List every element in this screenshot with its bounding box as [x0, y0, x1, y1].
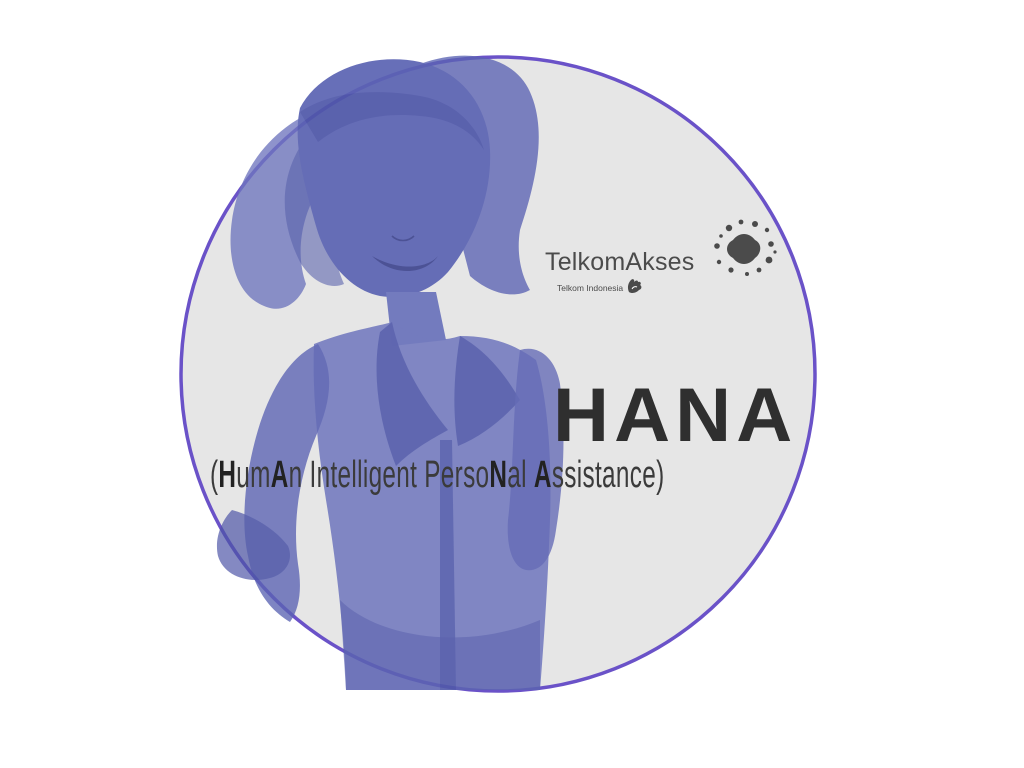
brand-parent-label: Telkom Indonesia [557, 283, 624, 293]
product-title: HANA [553, 373, 798, 458]
badge-artwork [179, 55, 817, 693]
hana-badge-canvas: TelkomAkses Telkom Indonesia HANA (HumAn… [0, 0, 1024, 768]
telkomakses-logo: TelkomAkses Telkom Indonesia [545, 218, 785, 308]
brand-wordmark: TelkomAkses [545, 248, 695, 276]
telkom-hand-icon [627, 279, 642, 294]
subtitle-part: n Intelligent Perso [288, 454, 490, 496]
subtitle-part: ssistance [551, 454, 657, 496]
subtitle-part: N [489, 454, 508, 496]
product-subtitle: (HumAn Intelligent PersoNal Assistance) [210, 456, 665, 494]
subtitle-part: um [236, 454, 271, 496]
subtitle-close-paren: ) [656, 454, 665, 496]
subtitle-part: A [270, 454, 289, 496]
telkomakses-splash-icon [714, 219, 777, 276]
subtitle-part: al [507, 454, 534, 496]
subtitle-open-paren: ( [210, 454, 219, 496]
subtitle-part: H [218, 454, 237, 496]
subtitle-part: A [533, 454, 552, 496]
